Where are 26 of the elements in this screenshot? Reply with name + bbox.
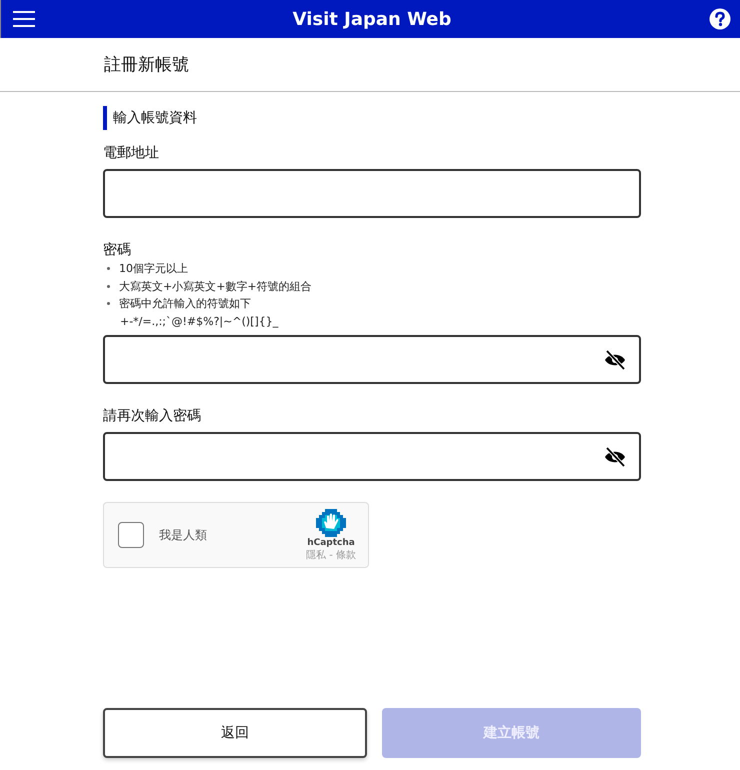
- hint-text: 密碼中允許輸入的符號如下: [119, 296, 251, 312]
- bullet-icon: [107, 284, 110, 288]
- hand-logo-icon: [316, 508, 346, 538]
- password-field[interactable]: [103, 335, 641, 384]
- brand-name: hCaptcha: [307, 538, 355, 548]
- password-field[interactable]: [103, 432, 641, 481]
- input-field[interactable]: [103, 169, 641, 218]
- section-heading: 輸入帳號資料: [103, 106, 641, 130]
- field-label: 請再次輸入密碼: [103, 407, 202, 426]
- bullet-icon: [107, 267, 110, 270]
- menu-icon[interactable]: [13, 10, 35, 28]
- bullet-icon: [107, 302, 110, 306]
- hint-text: 大寫英文+小寫英文+數字+符號的組合: [119, 278, 312, 294]
- checkbox-label: 我是人類: [159, 526, 208, 544]
- checkbox[interactable]: [118, 522, 144, 548]
- privacy-terms-link[interactable]: 隱私 - 條款: [306, 548, 356, 562]
- app-title: Visit Japan Web: [292, 8, 452, 30]
- hint-text: 10個字元以上: [119, 261, 188, 277]
- field-label: 密碼: [103, 241, 132, 260]
- field-label: 電郵地址: [103, 144, 160, 163]
- hint-text: +-*/=.,:;`@!#$%?|~^()[]{}_: [119, 314, 280, 330]
- eye-slash-icon[interactable]: [604, 350, 626, 370]
- page-title: 註冊新帳號: [104, 54, 189, 76]
- back-button[interactable]: 返回: [103, 708, 366, 758]
- help-icon[interactable]: [709, 8, 731, 30]
- eye-slash-icon[interactable]: [604, 446, 626, 466]
